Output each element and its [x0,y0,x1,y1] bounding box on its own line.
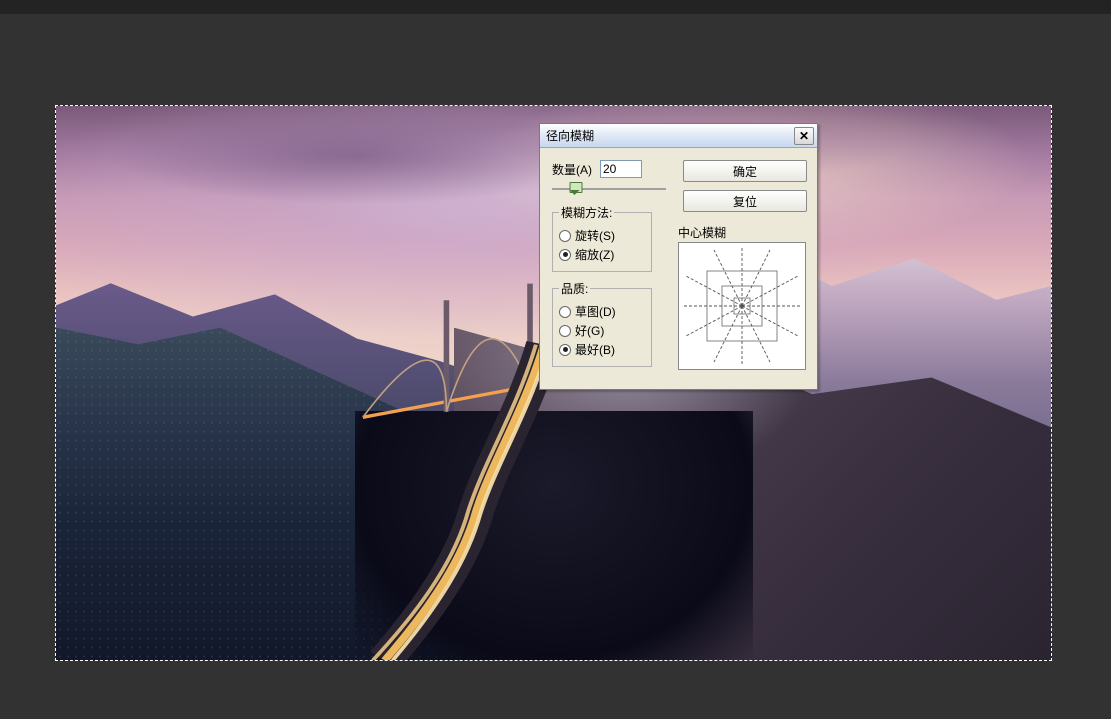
amount-input[interactable] [600,160,642,178]
method-option-0[interactable]: 旋转(S) [559,227,645,244]
radio-label: 草图(D) [575,303,616,320]
close-button[interactable]: ✕ [794,127,814,145]
radio-icon [559,325,571,337]
quality-legend: 品质: [559,280,590,297]
app-top-strip [0,0,1111,14]
blur-method-group: 模糊方法: 旋转(S) 缩放(Z) [552,204,652,272]
blur-center-label: 中心模糊 [678,224,726,241]
close-icon: ✕ [799,129,809,143]
amount-label: 数量(A) [552,161,592,178]
radio-icon [559,249,571,261]
amount-slider[interactable] [552,182,666,196]
blur-center-preview[interactable] [678,242,806,370]
zoom-rays-icon [682,246,802,366]
radial-blur-dialog: 径向模糊 ✕ 确定 复位 数量(A) 模糊方法: 旋转(S) 缩放(Z) 品质: … [539,123,818,390]
reset-button[interactable]: 复位 [683,190,807,212]
radio-label: 最好(B) [575,341,615,358]
dialog-titlebar[interactable]: 径向模糊 ✕ [540,124,817,148]
radio-label: 缩放(Z) [575,246,614,263]
valley-shadow [355,411,753,660]
ok-button[interactable]: 确定 [683,160,807,182]
radio-label: 好(G) [575,322,604,339]
slider-thumb[interactable] [569,182,580,196]
dialog-title: 径向模糊 [546,127,594,144]
quality-option-1[interactable]: 好(G) [559,322,645,339]
blur-method-legend: 模糊方法: [559,204,614,221]
method-option-1[interactable]: 缩放(Z) [559,246,645,263]
quality-option-2[interactable]: 最好(B) [559,341,645,358]
radio-icon [559,344,571,356]
radio-label: 旋转(S) [575,227,615,244]
quality-group: 品质: 草图(D) 好(G) 最好(B) [552,280,652,367]
radio-icon [559,306,571,318]
radio-icon [559,230,571,242]
quality-option-0[interactable]: 草图(D) [559,303,645,320]
